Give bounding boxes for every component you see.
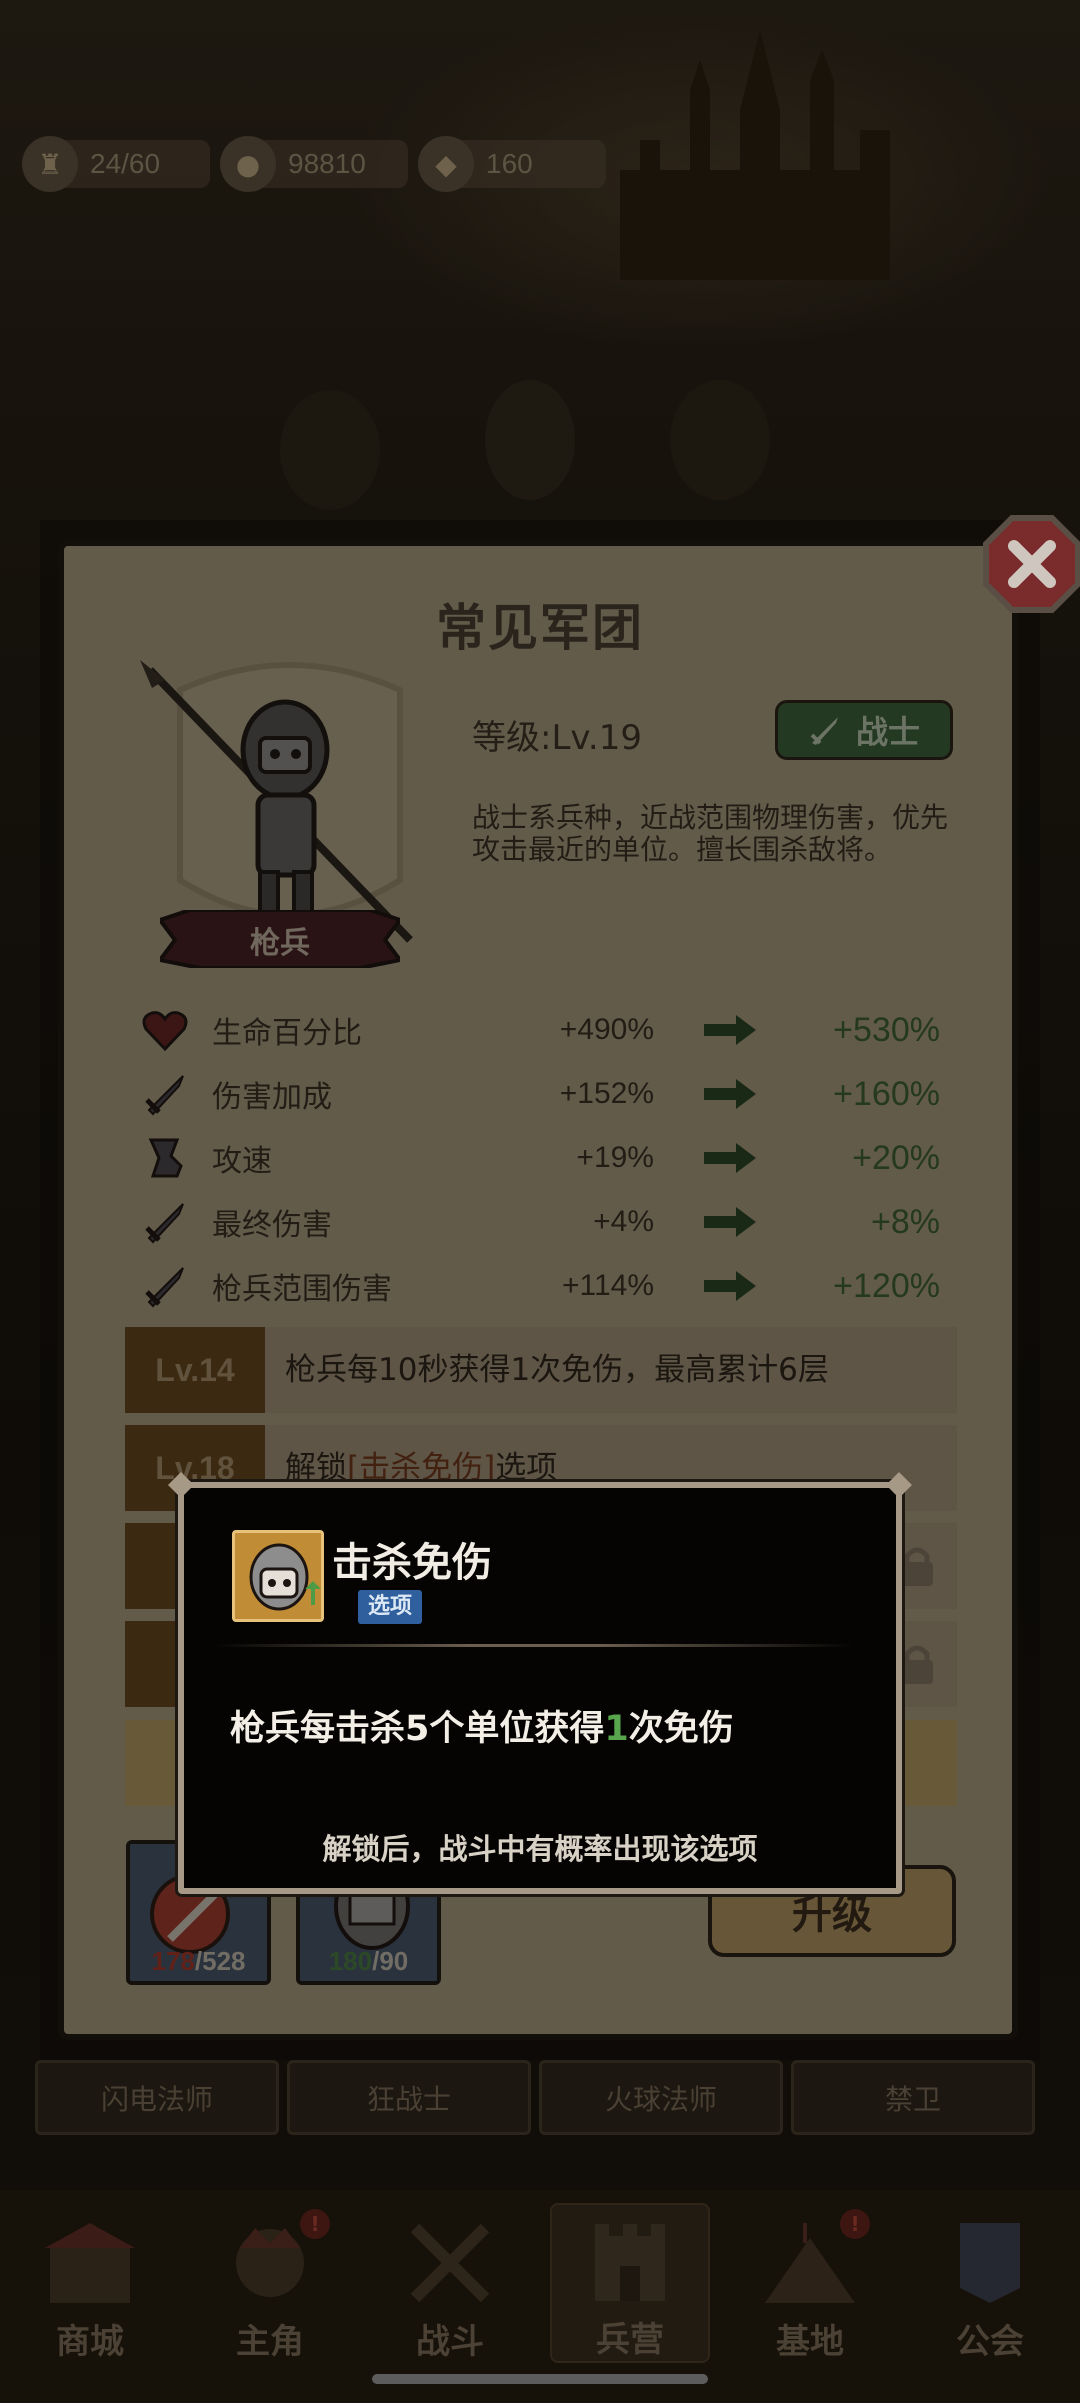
gold-resource[interactable]: ● 98810: [220, 136, 408, 192]
corner-ornament: [886, 1472, 912, 1498]
close-icon[interactable]: [982, 514, 1080, 614]
gem-resource[interactable]: ◆ 160: [418, 136, 606, 192]
option-tag-badge: 选项: [358, 1590, 423, 1624]
unit-tab[interactable]: 闪电法师: [35, 2060, 279, 2135]
popup-title: 击杀免伤: [332, 1540, 492, 1586]
gold-value: 98810: [288, 148, 366, 179]
crossed-swords-icon: [410, 2223, 490, 2303]
bottom-navigation: 商城 ! 主角 战斗 兵营 ! 基地 公会: [0, 2190, 1080, 2403]
unit-tab[interactable]: 禁卫: [791, 2060, 1035, 2135]
popup-description: 枪兵每击杀5个单位获得1次免伤: [230, 1700, 734, 1751]
home-indicator[interactable]: [372, 2374, 708, 2384]
barracks-icon: [595, 2224, 665, 2301]
nav-base[interactable]: ! 基地: [730, 2203, 890, 2363]
stamina-value: 24/60: [90, 148, 161, 179]
resource-bar: ♜ 24/60 ● 98810 ◆ 160: [22, 136, 606, 192]
notification-badge: !: [300, 2209, 330, 2239]
castle-silhouette: [620, 30, 890, 280]
popup-footer-note: 解锁后，战斗中有概率出现该选项: [322, 1832, 758, 1866]
nav-label: 战斗: [416, 2322, 484, 2362]
helmet-icon: [232, 1530, 324, 1622]
background-soldiers: [280, 380, 770, 510]
divider: [214, 1644, 854, 1647]
skill-option-popup: 击杀免伤 选项 枪兵每击杀5个单位获得1次免伤 解锁后，战斗中有概率出现该选项: [168, 1472, 912, 1894]
stamina-resource[interactable]: ♜ 24/60: [22, 136, 210, 192]
nav-guild[interactable]: 公会: [910, 2203, 1070, 2363]
nav-battle[interactable]: 战斗: [370, 2203, 530, 2363]
gem-icon: ◆: [418, 136, 474, 192]
gem-value: 160: [486, 148, 533, 179]
nav-shop[interactable]: 商城: [10, 2203, 170, 2363]
desc-prefix: 枪兵每击杀5个单位获得: [230, 1709, 605, 1749]
nav-label: 兵营: [596, 2320, 664, 2360]
nav-hero[interactable]: ! 主角: [190, 2203, 350, 2363]
unit-tab[interactable]: 火球法师: [539, 2060, 783, 2135]
nav-label: 公会: [956, 2322, 1024, 2362]
nav-barracks[interactable]: 兵营: [550, 2203, 710, 2363]
shop-icon: [45, 2223, 135, 2303]
stamina-icon: ♜: [22, 136, 78, 192]
desc-suffix: 次免伤: [628, 1709, 734, 1749]
unit-tab[interactable]: 狂战士: [287, 2060, 531, 2135]
unit-tab-row: 闪电法师 狂战士 火球法师 禁卫: [35, 2060, 1035, 2135]
desc-number: 1: [604, 1709, 629, 1749]
gold-coin-icon: ●: [220, 136, 276, 192]
nav-label: 商城: [56, 2322, 124, 2362]
nav-label: 基地: [776, 2322, 844, 2362]
nav-label: 主角: [236, 2322, 304, 2362]
guild-icon: [960, 2223, 1020, 2303]
notification-badge: !: [840, 2209, 870, 2239]
corner-ornament: [168, 1472, 194, 1498]
